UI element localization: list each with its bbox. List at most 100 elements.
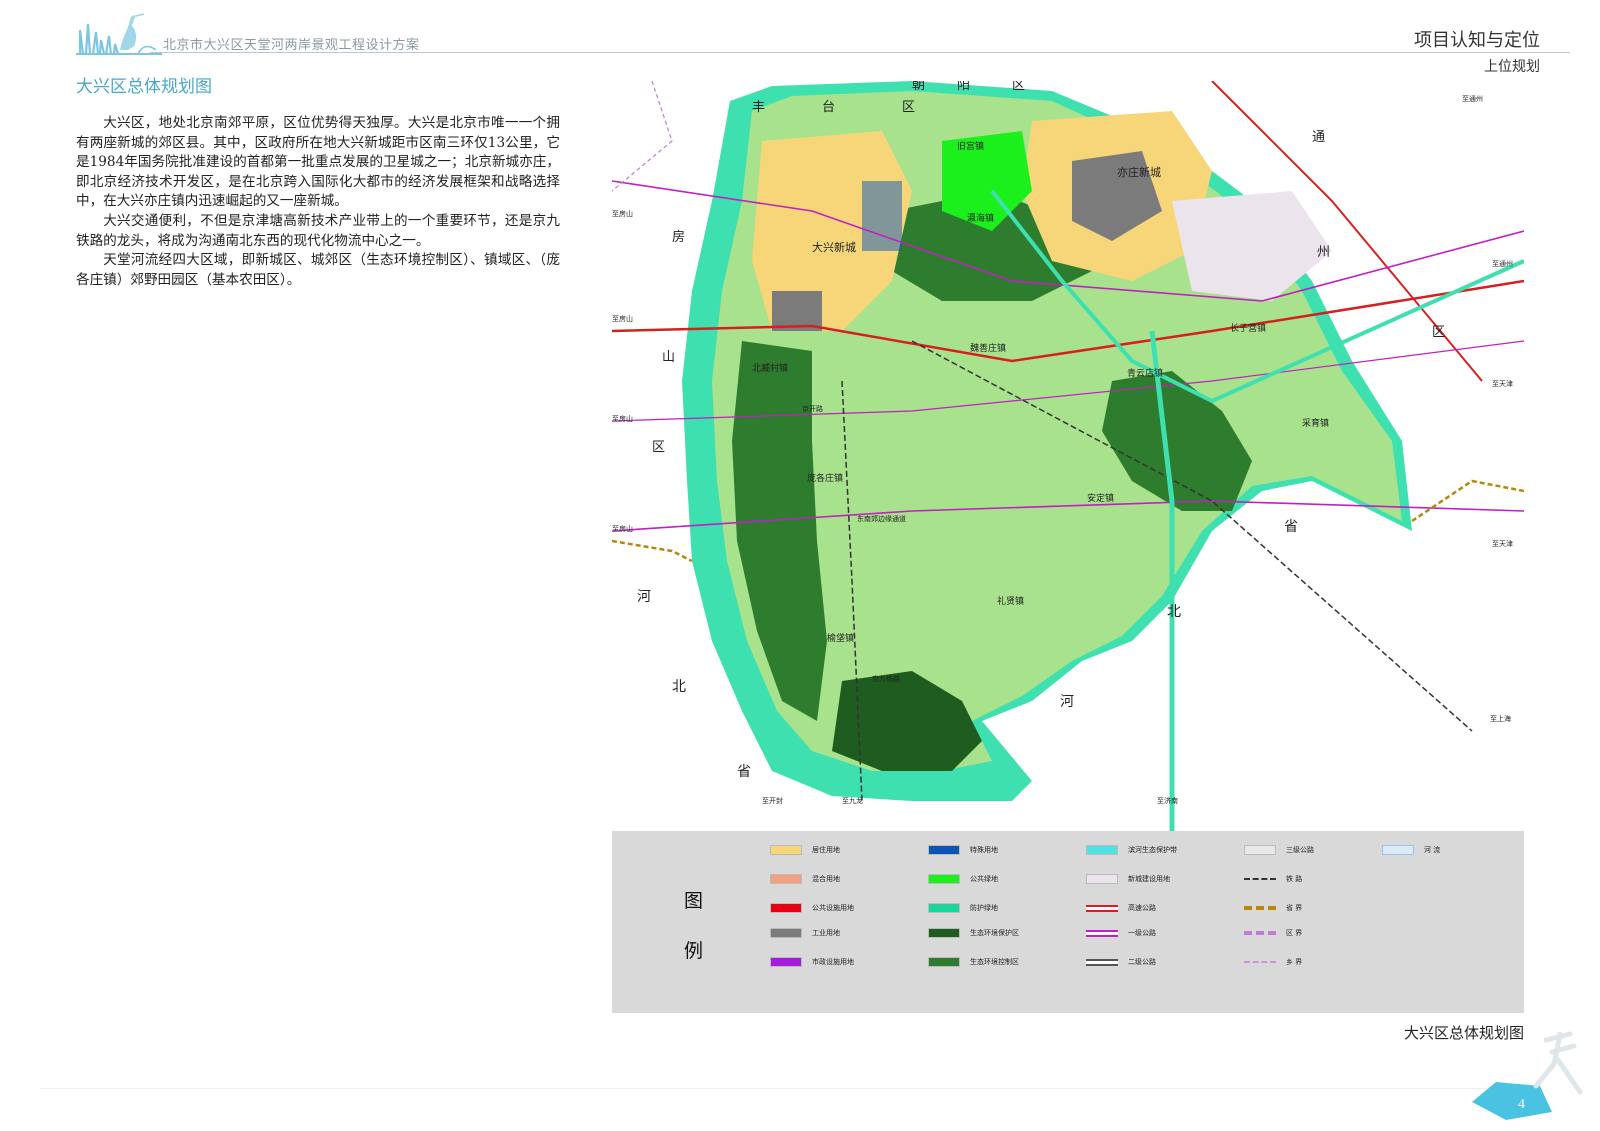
legend-item: 生态环境控制区: [928, 955, 1019, 969]
legend-swatch: [770, 928, 802, 938]
legend-label: 特殊用地: [970, 846, 998, 854]
legend-label: 公共绿地: [970, 875, 998, 883]
road-label: 东南郊边缘通道: [857, 514, 906, 523]
legend-swatch: [1244, 906, 1276, 910]
region-label: 丰: [752, 100, 765, 115]
legend-item: 生态环境保护区: [928, 926, 1019, 940]
town-label: 长子营镇: [1230, 322, 1266, 334]
legend-item: 铁 路: [1244, 872, 1302, 886]
edge-label: 至天津: [1492, 540, 1513, 548]
legend-title: 图: [684, 890, 704, 912]
legend-swatch: [1382, 845, 1414, 855]
town-label: 北臧村镇: [752, 362, 788, 374]
region-label: 阳: [957, 81, 970, 93]
legend-label: 河 流: [1424, 846, 1441, 854]
legend-swatch: [1086, 929, 1118, 937]
body-paragraph: 大兴交通便利，不但是京津塘高新技术产业带上的一个重要环节，还是京九铁路的龙头，将…: [76, 212, 560, 249]
district-boundary: [612, 81, 673, 192]
legend-title: 例: [684, 940, 704, 962]
town-label: 青云店镇: [1127, 367, 1163, 379]
legend-label: 乡 界: [1286, 958, 1303, 966]
legend-swatch: [928, 845, 960, 855]
edge-label: 至九龙: [842, 796, 863, 805]
legend-label: 工业用地: [812, 929, 840, 937]
legend-label: 居住用地: [812, 846, 840, 854]
body-paragraph: 天堂河流经四大区域，即新城区、城郊区（生态环境控制区）、镇域区、（庞各庄镇）郊野…: [76, 252, 560, 288]
planning-map: 丰 台 区 朝 阳 区 房 山 区 通 州 区 河 北 省 河 北 省 亦庄新城…: [612, 81, 1524, 831]
legend-swatch: [928, 874, 960, 884]
legend-label: 二级公路: [1128, 958, 1156, 966]
edge-label: 至房山: [612, 414, 633, 423]
body-paragraph: 大兴区，地处北京南郊平原，区位优势得天独厚。大兴是北京市唯一一个拥有两座新城的郊…: [76, 115, 560, 210]
map-legend: 图 例 居住用地混合用地公共设施用地 工业用地市政设施用地 特殊用地公共绿地防护绿地…: [612, 831, 1524, 1013]
legend-item: 滨河生态保护带: [1086, 843, 1177, 857]
legend-item: 乡 界: [1244, 955, 1302, 969]
edge-label: 至济南: [1157, 796, 1178, 805]
region-label: 省: [1284, 519, 1298, 535]
edge-label: 至房山: [612, 314, 633, 323]
legend-swatch: [928, 928, 960, 938]
legend-swatch: [1086, 958, 1118, 966]
section-title: 项目认知与定位: [1414, 30, 1540, 51]
legend-item: 混合用地: [770, 872, 840, 886]
legend-item: 特殊用地: [928, 843, 998, 857]
legend-swatch: [770, 874, 802, 884]
region-label: 区: [1432, 325, 1445, 340]
legend-swatch: [770, 957, 802, 967]
legend-label: 生态环境控制区: [970, 958, 1019, 966]
region-label: 山: [662, 350, 675, 365]
document-title: 北京市大兴区天堂河两岸景观工程设计方案: [163, 38, 420, 53]
legend-item: 区 界: [1244, 926, 1302, 940]
legend-label: 公共设施用地: [812, 904, 854, 912]
legend-swatch: [1086, 845, 1118, 855]
region-label: 区: [1012, 81, 1025, 93]
region-label: 通: [1312, 130, 1325, 145]
legend-swatch: [1244, 931, 1276, 935]
town-label: 礼贤镇: [997, 595, 1024, 607]
province-boundary: [1411, 479, 1524, 523]
region-label: 北: [1167, 604, 1181, 620]
decorative-character-icon: [1533, 1031, 1583, 1095]
logo-heron-reeds: [76, 13, 162, 55]
region-label: 区: [902, 100, 915, 115]
legend-swatch: [770, 845, 802, 855]
legend-label: 区 界: [1286, 929, 1303, 937]
region-label: 朝: [912, 81, 925, 93]
town-label: 安定镇: [1087, 492, 1114, 504]
region-label: 河: [1060, 694, 1074, 710]
legend-swatch: [928, 903, 960, 913]
region-label: 州: [1317, 245, 1330, 260]
legend-label: 市政设施用地: [812, 958, 854, 966]
town-label: 大兴新城: [812, 240, 856, 254]
legend-item: 防护绿地: [928, 901, 998, 915]
legend-swatch: [1086, 874, 1118, 884]
region-label: 房: [672, 229, 685, 245]
legend-item: 市政设施用地: [770, 955, 854, 969]
legend-label: 滨河生态保护带: [1128, 846, 1177, 854]
town-label: 亦庄新城: [1117, 165, 1161, 179]
legend-swatch: [770, 903, 802, 913]
edge-label: 至开封: [762, 796, 783, 805]
edge-label: 至房山: [612, 209, 633, 218]
footer-divider: [40, 1088, 1540, 1089]
legend-swatch: [928, 957, 960, 967]
legend-swatch: [1244, 961, 1276, 963]
town-label: 瀛海镇: [967, 212, 994, 224]
legend-label: 生态环境保护区: [970, 929, 1019, 937]
town-label: 魏善庄镇: [970, 342, 1006, 354]
region-label: 河: [637, 589, 651, 605]
header-divider: [150, 52, 1570, 53]
legend-item: 高速公路: [1086, 901, 1156, 915]
region-label: 区: [652, 440, 665, 455]
legend-swatch: [1244, 845, 1276, 855]
town-label: 旧宫镇: [957, 140, 984, 152]
legend-label: 铁 路: [1286, 875, 1303, 883]
legend-label: 混合用地: [812, 875, 840, 883]
section-subtitle: 上位规划: [1484, 59, 1540, 75]
legend-item: 一级公路: [1086, 926, 1156, 940]
legend-swatch: [1244, 878, 1276, 880]
page-heading: 大兴区总体规划图: [76, 77, 212, 97]
edge-label: 至房山: [612, 524, 633, 533]
body-text: 大兴区，地处北京南郊平原，区位优势得天独厚。大兴是北京市唯一一个拥有两座新城的郊…: [76, 114, 560, 290]
region-label: 北: [672, 679, 686, 695]
